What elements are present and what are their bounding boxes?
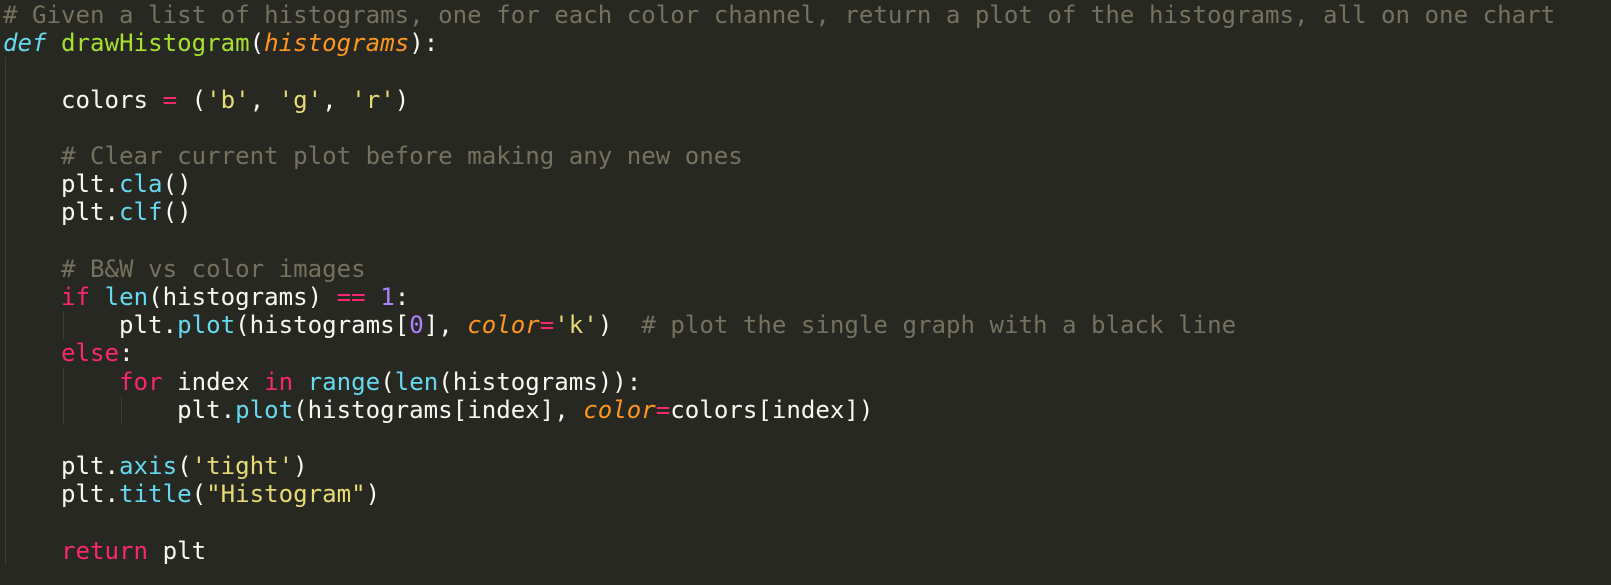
code-editor[interactable]: # Given a list of histograms, one for ea… — [0, 0, 1611, 585]
code-token-plain: colors[index]) — [670, 395, 874, 424]
code-token-plain: () — [162, 198, 192, 227]
code-token-support: plot — [177, 311, 236, 340]
code-token-plain: ) — [394, 85, 410, 114]
code-line: if len(histograms) == 1: — [3, 283, 409, 312]
code-token-plain: plt. — [3, 452, 120, 481]
code-token-string: 'r' — [351, 85, 395, 114]
code-line: plt.cla() — [3, 170, 192, 199]
code-token-string: 'tight' — [191, 452, 294, 481]
code-token-string: 'b' — [206, 85, 250, 114]
code-token-comment: # Given a list of histograms, one for ea… — [3, 1, 1556, 29]
code-token-support: title — [119, 480, 192, 509]
code-token-plain: , — [249, 85, 279, 114]
code-token-support: clf — [119, 198, 163, 227]
code-token-support: plot — [235, 395, 294, 424]
code-token-comment: # Clear current plot before making any n… — [61, 142, 743, 170]
code-token-keyword: = — [655, 395, 671, 424]
code-token-plain: ) — [597, 311, 642, 340]
code-token-plain: (histograms[index], — [293, 395, 584, 424]
code-token-param: histograms — [264, 29, 410, 58]
code-token-keyword: for — [119, 367, 163, 396]
code-token-number: 0 — [409, 311, 424, 340]
code-line: # Clear current plot before making any n… — [3, 142, 743, 171]
code-line: else: — [3, 339, 134, 368]
code-token-number: 1 — [380, 283, 395, 311]
code-token-plain: plt. — [3, 198, 120, 227]
code-token-plain: plt. — [3, 311, 178, 340]
code-token-plain: ], — [423, 311, 468, 340]
code-token-plain: plt. — [3, 480, 120, 509]
code-token-param: color — [583, 395, 656, 424]
code-token-plain: plt — [148, 536, 207, 565]
code-token-string: "Histogram" — [206, 480, 366, 509]
code-token-keyword: return — [61, 536, 149, 565]
code-token-func: drawHistogram — [61, 29, 250, 58]
code-token-comment: # B&W vs color images — [61, 254, 366, 283]
code-token-support: range — [307, 367, 381, 396]
code-token-plain: plt. — [3, 170, 120, 199]
code-token-keyword: = — [162, 85, 178, 114]
code-token-plain: () — [162, 170, 192, 199]
code-token-plain: ) — [293, 452, 308, 481]
code-token-plain: colors — [3, 85, 163, 114]
code-line: plt.title("Histogram") — [3, 480, 380, 509]
code-line: plt.plot(histograms[0], color='k') # plo… — [3, 311, 1236, 340]
code-token-storage: def — [3, 29, 47, 58]
code-line: return plt — [3, 537, 206, 566]
code-token-plain: (histograms) — [148, 283, 337, 311]
code-token-plain: ( — [249, 29, 265, 58]
code-token-param: color — [467, 311, 540, 340]
code-token-support: cla — [119, 170, 163, 199]
code-line: colors = ('b', 'g', 'r') — [3, 86, 409, 115]
code-line: # Given a list of histograms, one for ea… — [3, 1, 1555, 30]
code-token-plain: ( — [177, 85, 207, 114]
code-token-plain: ): — [409, 29, 439, 58]
code-token-plain: index — [162, 367, 265, 396]
code-token-support: len — [104, 283, 149, 311]
code-line: plt.plot(histograms[index], color=colors… — [3, 396, 873, 425]
code-token-plain: , — [322, 85, 352, 114]
code-line: # B&W vs color images — [3, 255, 366, 284]
code-token-keyword: if — [61, 283, 91, 311]
code-token-keyword: else — [61, 339, 120, 368]
code-token-keyword: = — [539, 311, 555, 340]
code-token-keyword: in — [264, 367, 294, 396]
code-line: plt.axis('tight') — [3, 452, 308, 481]
code-token-string: 'g' — [278, 85, 323, 114]
code-line: for index in range(len(histograms)): — [3, 368, 641, 397]
code-token-support: axis — [119, 452, 178, 481]
code-token-plain: ( — [380, 367, 395, 396]
code-line: def drawHistogram(histograms): — [3, 29, 438, 58]
code-token-keyword: == — [336, 283, 366, 311]
code-token-plain: (histograms)): — [438, 367, 642, 396]
code-token-plain: : — [119, 339, 134, 368]
code-token-plain: plt. — [3, 395, 236, 424]
code-token-string: 'k' — [554, 311, 598, 340]
code-token-comment: # plot the single graph with a black lin… — [641, 311, 1237, 340]
code-token-plain: (histograms[ — [235, 311, 410, 340]
code-token-plain: : — [394, 283, 410, 311]
code-token-support: len — [394, 367, 439, 396]
code-token-plain: ( — [191, 480, 207, 509]
code-token-plain: ) — [365, 480, 381, 509]
code-line: plt.clf() — [3, 198, 192, 227]
code-token-plain: ( — [177, 452, 192, 481]
